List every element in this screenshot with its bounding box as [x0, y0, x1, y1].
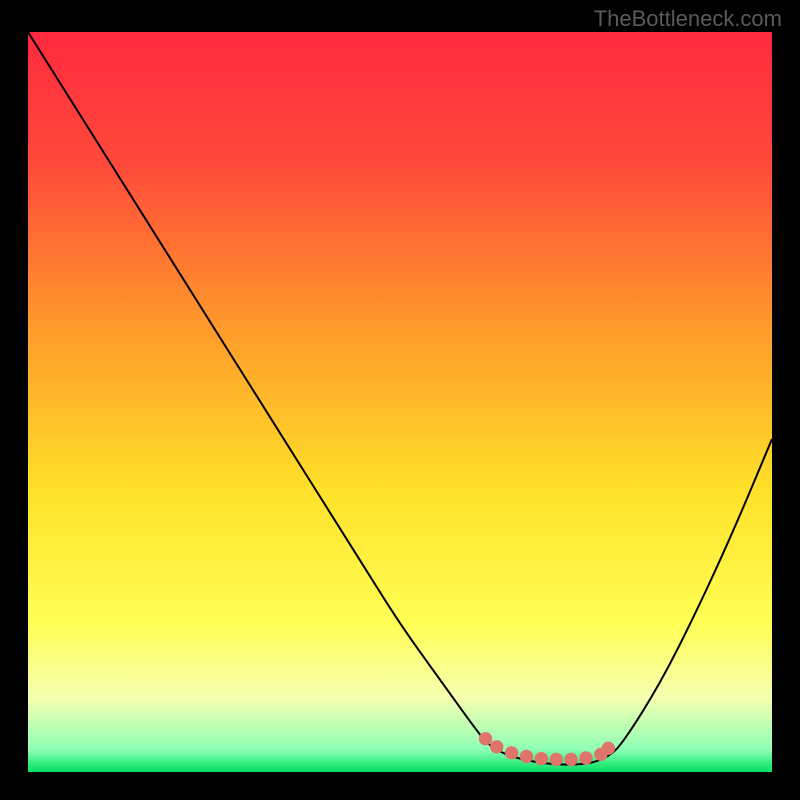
valley-marker	[520, 750, 533, 763]
bottleneck-curve-line	[28, 32, 772, 765]
chart-plot	[28, 32, 772, 772]
valley-marker	[602, 742, 615, 755]
valley-marker	[505, 746, 518, 759]
valley-marker	[579, 751, 592, 764]
valley-marker	[490, 740, 503, 753]
valley-marker	[564, 753, 577, 766]
attribution-text: TheBottleneck.com	[594, 6, 782, 32]
valley-marker	[550, 753, 563, 766]
valley-marker	[535, 752, 548, 765]
chart-container	[28, 32, 772, 772]
valley-marker	[479, 732, 492, 745]
